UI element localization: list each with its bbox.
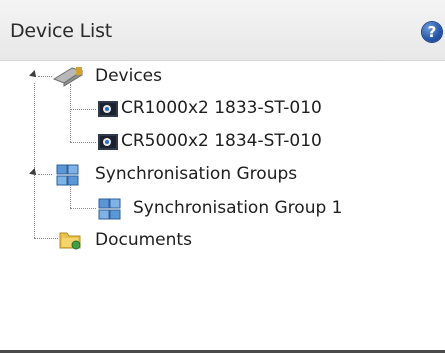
tree-connector	[38, 174, 52, 175]
tree-node-label: Synchronisation Group 1	[133, 198, 343, 218]
documents-folder-icon	[59, 232, 81, 250]
tree-connector	[38, 76, 52, 77]
tree-node-label: Synchronisation Groups	[95, 164, 298, 184]
tree-connector	[70, 142, 96, 143]
tree-connector	[70, 184, 71, 208]
help-icon[interactable]: ?	[422, 22, 442, 42]
tree-connector	[70, 84, 71, 142]
panel-title: Device List	[10, 20, 113, 42]
expand-arrow-icon[interactable]	[29, 70, 39, 80]
sync-groups-icon	[56, 164, 79, 186]
tree-connector	[70, 109, 96, 110]
tree-node-label: Documents	[95, 230, 192, 250]
panel-header: Device List ?	[0, 0, 445, 61]
device-icon	[98, 101, 118, 117]
tree-connector	[70, 208, 96, 209]
tree-node-label: CR1000x2 1833-ST-010	[121, 98, 322, 118]
sync-group-icon	[98, 198, 121, 220]
devices-icon	[52, 67, 84, 87]
tree-node-label: CR5000x2 1834-ST-010	[121, 131, 322, 151]
tree-connector	[34, 83, 35, 238]
device-icon	[98, 134, 118, 150]
tree-connector	[34, 238, 58, 239]
expand-arrow-icon[interactable]	[29, 168, 39, 178]
tree-node-label: Devices	[95, 66, 162, 86]
device-tree: Devices CR1000x2 1833-ST-010 CR5000x2 18…	[0, 60, 445, 350]
